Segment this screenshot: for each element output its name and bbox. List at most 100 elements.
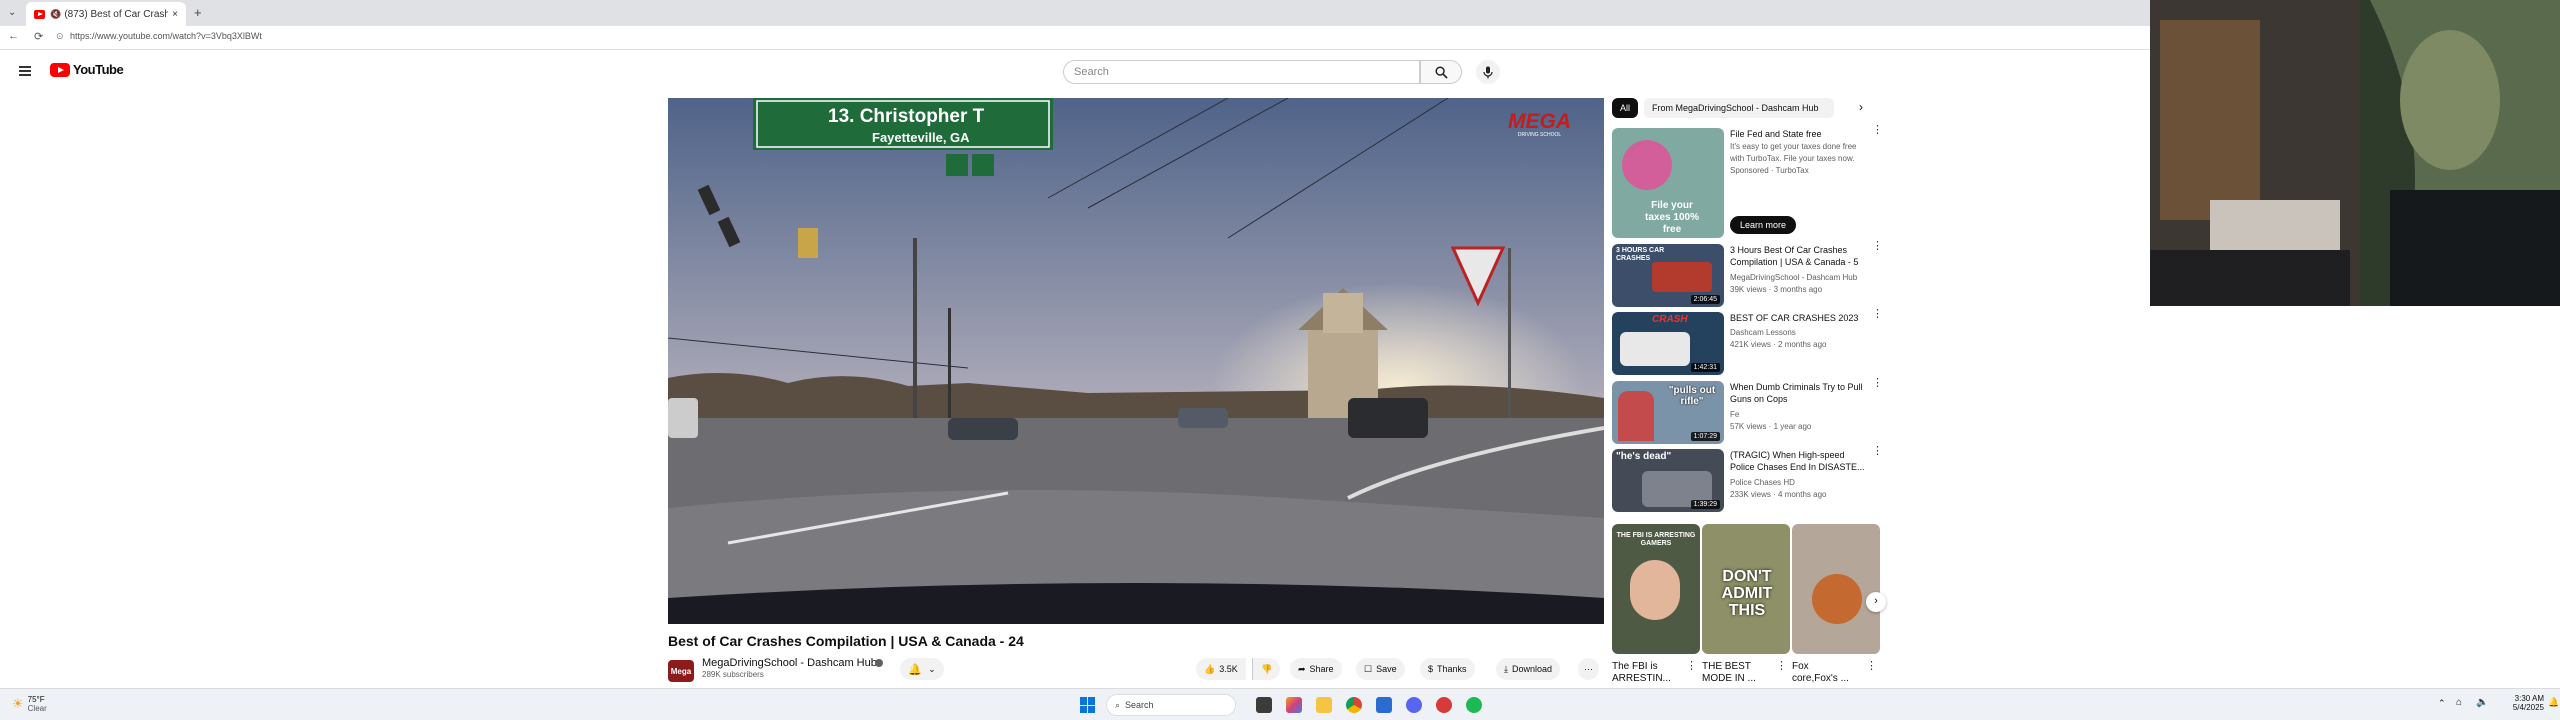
ad-overlay-text: File your taxes 100% free: [1645, 200, 1699, 235]
more-horizontal-icon: ···: [1584, 664, 1593, 674]
short-thumbnail[interactable]: DON'T ADMIT THIS: [1702, 524, 1790, 654]
thumbs-down-icon: 👎: [1261, 663, 1273, 674]
chip-all[interactable]: All: [1612, 98, 1639, 118]
short-title[interactable]: The FBI is ARRESTIN...: [1612, 661, 1672, 685]
more-vert-icon[interactable]: ⋮: [1872, 241, 1883, 252]
short-overlay-text: THE FBI IS ARRESTING GAMERS: [1616, 532, 1696, 547]
search-icon: [1434, 65, 1448, 79]
notification-bell-button[interactable]: 🔔 ⌄: [900, 658, 944, 680]
recommendation-title[interactable]: When Dumb Criminals Try to Pull Guns on …: [1730, 381, 1865, 405]
site-info-icon[interactable]: ⊙: [56, 31, 64, 42]
thanks-icon: $: [1428, 664, 1434, 674]
back-icon[interactable]: ←: [8, 30, 19, 42]
webcam-frame: [2150, 0, 2560, 306]
tab-close-icon[interactable]: ×: [172, 9, 178, 20]
recommendation-title[interactable]: 3 Hours Best Of Car Crashes Compilation …: [1730, 244, 1865, 268]
short-title[interactable]: Fox core,Fox's ...: [1792, 661, 1852, 685]
new-tab-icon[interactable]: +: [194, 5, 202, 20]
video-duration: 2:06:45: [1690, 295, 1720, 304]
like-button[interactable]: 👍 3.5K: [1196, 658, 1246, 680]
thanks-button[interactable]: $ Thanks: [1420, 658, 1475, 680]
video-player[interactable]: 13. Christopher T Fayetteville, GA MEGA …: [668, 98, 1604, 624]
thumbnail-overlay-text: "he's dead": [1616, 451, 1672, 462]
more-vert-icon[interactable]: ⋮: [1872, 446, 1883, 457]
taskbar-search-box[interactable]: ⌕ Search: [1106, 694, 1236, 716]
short-title[interactable]: THE BEST MODE IN ...: [1702, 661, 1762, 685]
recommendation-thumbnail[interactable]: 3 HOURS CAR CRASHES 2:06:45: [1612, 244, 1724, 307]
channel-name[interactable]: MegaDrivingSchool - Dashcam Hub: [702, 657, 877, 669]
recommendation-thumbnail[interactable]: File your taxes 100% free: [1612, 128, 1724, 238]
chip-next-icon[interactable]: ›: [1859, 100, 1863, 114]
recommendation-channel: Police Chases HD: [1730, 478, 1795, 487]
recommendation-thumbnail[interactable]: "pulls out rifle" 1:07:29: [1612, 381, 1724, 444]
watermark-text: MEGA: [1508, 110, 1571, 133]
file-explorer-icon[interactable]: [1316, 697, 1332, 713]
address-bar-row: ← ⟳ ⊙ https://www.youtube.com/watch?v=3V…: [0, 26, 2150, 50]
more-actions-button[interactable]: ···: [1578, 658, 1599, 680]
verified-icon: [875, 659, 883, 667]
taskbar-search-label: Search: [1125, 700, 1154, 710]
task-view-icon[interactable]: [1256, 697, 1272, 713]
recommendation-stats: 57K views · 1 year ago: [1730, 422, 1812, 431]
recommendation-thumbnail[interactable]: "he's dead" 1:39:29: [1612, 449, 1724, 512]
video-frame: [668, 98, 1604, 624]
dislike-button[interactable]: 👎: [1252, 658, 1281, 680]
menu-icon[interactable]: [19, 66, 31, 76]
recommendation-stats: 421K views · 2 months ago: [1730, 340, 1827, 349]
notepad-icon[interactable]: [1376, 697, 1392, 713]
recommendation-stats: 233K views · 4 months ago: [1730, 490, 1827, 499]
channel-avatar[interactable]: Mega: [668, 660, 694, 682]
share-button[interactable]: ➦ Share: [1290, 658, 1342, 680]
mute-icon[interactable]: 🔇: [50, 9, 61, 20]
search-button[interactable]: [1420, 60, 1462, 84]
chevron-down-icon: ⌄: [928, 663, 936, 674]
recommendation-title[interactable]: BEST OF CAR CRASHES 2023: [1730, 312, 1865, 324]
ad-description-line2: with TurboTax. File your taxes now.: [1730, 154, 1855, 163]
browser-tab-active[interactable]: 🔇 (873) Best of Car Crashes Com ×: [26, 2, 186, 26]
browser-tab-bar: ⌄ 🔇 (873) Best of Car Crashes Com × +: [0, 0, 2150, 26]
street-sign-line2: Fayetteville, GA: [872, 130, 970, 145]
thumbs-up-icon: 👍: [1204, 663, 1216, 674]
more-vert-icon[interactable]: ⋮: [1866, 661, 1877, 672]
share-label: Share: [1309, 664, 1334, 674]
recommendation-title[interactable]: File Fed and State free: [1730, 128, 1865, 140]
more-vert-icon[interactable]: ⋮: [1776, 661, 1787, 672]
more-vert-icon[interactable]: ⋮: [1872, 309, 1883, 320]
tray-chevron-icon[interactable]: ⌃: [2438, 698, 2446, 709]
ad-sponsor-line: Sponsored · TurboTax: [1730, 166, 1809, 175]
chip-from-channel[interactable]: From MegaDrivingSchool - Dashcam Hub: [1644, 98, 1834, 118]
more-vert-icon[interactable]: ⋮: [1872, 378, 1883, 389]
notification-icon[interactable]: 🔔: [2548, 697, 2559, 708]
short-overlay-text: DON'T ADMIT THIS: [1721, 568, 1773, 619]
save-button[interactable]: ☐ Save: [1356, 658, 1405, 680]
chrome-icon[interactable]: [1346, 697, 1362, 713]
shorts-next-button[interactable]: ›: [1866, 592, 1886, 612]
clock[interactable]: 3:30 AM 5/4/2025: [2500, 694, 2544, 712]
volume-icon[interactable]: 🔈: [2476, 697, 2488, 708]
recommendation-title[interactable]: (TRAGIC) When High-speed Police Chases E…: [1730, 449, 1865, 473]
recommendation-thumbnail[interactable]: CRASH 1:42:31: [1612, 312, 1724, 375]
weather-widget[interactable]: ☀ 75°F Clear: [12, 695, 47, 713]
photos-icon[interactable]: [1286, 697, 1302, 713]
thumbnail-overlay-text: "pulls out rifle": [1668, 385, 1716, 407]
short-thumbnail[interactable]: [1792, 524, 1880, 654]
spotify-icon[interactable]: [1466, 697, 1482, 713]
reload-icon[interactable]: ⟳: [34, 30, 43, 43]
discord-icon[interactable]: [1406, 697, 1422, 713]
tab-list-chevron-icon[interactable]: ⌄: [8, 7, 16, 18]
short-thumbnail[interactable]: THE FBI IS ARRESTING GAMERS: [1612, 524, 1700, 654]
more-vert-icon[interactable]: ⋮: [1872, 125, 1883, 136]
learn-more-button[interactable]: Learn more: [1730, 216, 1797, 234]
url-field[interactable]: https://www.youtube.com/watch?v=3Vbq3XlB…: [70, 31, 262, 41]
download-button[interactable]: ⤓ Download: [1496, 658, 1561, 680]
youtube-logo[interactable]: YouTube: [50, 62, 124, 77]
search-icon: ⌕: [1115, 699, 1121, 710]
search-input[interactable]: Search: [1063, 60, 1420, 84]
network-icon[interactable]: ⌂: [2456, 697, 2462, 708]
save-label: Save: [1376, 664, 1397, 674]
game-icon[interactable]: [1436, 697, 1452, 713]
more-vert-icon[interactable]: ⋮: [1686, 661, 1697, 672]
street-sign-line1: 13. Christopher T: [828, 106, 985, 127]
windows-start-icon[interactable]: [1080, 697, 1096, 713]
voice-search-button[interactable]: [1476, 60, 1500, 84]
